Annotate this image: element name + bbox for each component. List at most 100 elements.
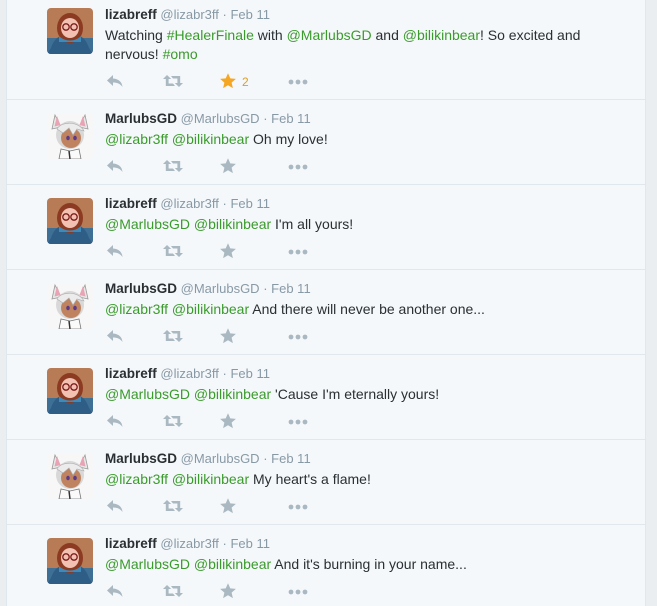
retweet-icon[interactable] xyxy=(162,327,184,347)
separator: · xyxy=(222,196,227,211)
timestamp[interactable]: Feb 11 xyxy=(271,111,311,126)
tweet-link[interactable]: @MarlubsGD xyxy=(287,27,372,43)
separator: · xyxy=(263,451,268,466)
display-name[interactable]: lizabreff xyxy=(105,196,157,211)
more-icon[interactable] xyxy=(287,72,309,92)
tweet-text: @lizabr3ff @bilikinbear Oh my love! xyxy=(105,130,629,149)
tweet-header: lizabreff @lizabr3ff · Feb 11 xyxy=(105,535,629,553)
display-name[interactable]: lizabreff xyxy=(105,7,157,22)
retweet-icon[interactable] xyxy=(162,72,184,92)
tweet-link[interactable]: @MarlubsGD xyxy=(105,386,190,402)
tweet-link[interactable]: @lizabr3ff xyxy=(105,301,168,317)
tweet-header: MarlubsGD @MarlubsGD · Feb 11 xyxy=(105,280,629,298)
tweet-link[interactable]: #HealerFinale xyxy=(167,27,254,43)
avatar[interactable] xyxy=(47,198,93,244)
star-icon[interactable] xyxy=(219,72,241,92)
tweet-content: lizabreff @lizabr3ff · Feb 11 @MarlubsGD… xyxy=(105,195,629,234)
timestamp[interactable]: Feb 11 xyxy=(230,366,270,381)
tweet[interactable]: lizabreff @lizabr3ff · Feb 11 @MarlubsGD… xyxy=(7,525,645,606)
tweet-link[interactable]: @lizabr3ff xyxy=(105,131,168,147)
reply-icon[interactable] xyxy=(105,327,127,347)
avatar[interactable] xyxy=(47,453,93,499)
tweet-link[interactable]: @bilikinbear xyxy=(172,301,249,317)
retweet-icon[interactable] xyxy=(162,242,184,262)
timestamp[interactable]: Feb 11 xyxy=(230,196,270,211)
tweet[interactable]: lizabreff @lizabr3ff · Feb 11 Watching #… xyxy=(7,0,645,100)
reply-icon[interactable] xyxy=(105,72,127,92)
timestamp[interactable]: Feb 11 xyxy=(230,536,270,551)
reply-icon[interactable] xyxy=(105,157,127,177)
display-name[interactable]: MarlubsGD xyxy=(105,451,177,466)
timestamp[interactable]: Feb 11 xyxy=(271,281,311,296)
reply-icon[interactable] xyxy=(105,242,127,262)
tweet-link[interactable]: @lizabr3ff xyxy=(105,471,168,487)
avatar[interactable] xyxy=(47,8,93,54)
retweet-icon[interactable] xyxy=(162,412,184,432)
tweet-text-segment: And it's burning in your name... xyxy=(271,556,467,572)
tweet-link[interactable]: @bilikinbear xyxy=(194,386,271,402)
avatar[interactable] xyxy=(47,283,93,329)
tweet-text-segment: and xyxy=(371,27,403,43)
favorite-count: 2 xyxy=(242,75,249,89)
reply-icon[interactable] xyxy=(105,412,127,432)
tweet-link[interactable]: @bilikinbear xyxy=(172,471,249,487)
more-icon[interactable] xyxy=(287,327,309,347)
tweet[interactable]: lizabreff @lizabr3ff · Feb 11 @MarlubsGD… xyxy=(7,185,645,270)
more-icon[interactable] xyxy=(287,497,309,517)
tweet-header: MarlubsGD @MarlubsGD · Feb 11 xyxy=(105,450,629,468)
tweet-text-segment: Oh my love! xyxy=(249,131,328,147)
display-name[interactable]: MarlubsGD xyxy=(105,111,177,126)
more-icon[interactable] xyxy=(287,157,309,177)
display-name[interactable]: lizabreff xyxy=(105,366,157,381)
tweet[interactable]: MarlubsGD @MarlubsGD · Feb 11 @lizabr3ff… xyxy=(7,440,645,525)
tweet-content: MarlubsGD @MarlubsGD · Feb 11 @lizabr3ff… xyxy=(105,280,629,319)
more-icon[interactable] xyxy=(287,582,309,602)
user-handle[interactable]: @lizabr3ff xyxy=(160,196,218,211)
tweet-header: lizabreff @lizabr3ff · Feb 11 xyxy=(105,365,629,383)
star-icon[interactable] xyxy=(219,582,241,602)
star-icon[interactable] xyxy=(219,327,241,347)
tweet[interactable]: lizabreff @lizabr3ff · Feb 11 @MarlubsGD… xyxy=(7,355,645,440)
star-icon[interactable] xyxy=(219,497,241,517)
user-handle[interactable]: @MarlubsGD xyxy=(181,111,260,126)
more-icon[interactable] xyxy=(287,242,309,262)
tweet[interactable]: MarlubsGD @MarlubsGD · Feb 11 @lizabr3ff… xyxy=(7,270,645,355)
tweet-link[interactable]: @bilikinbear xyxy=(403,27,480,43)
tweet-content: MarlubsGD @MarlubsGD · Feb 11 @lizabr3ff… xyxy=(105,110,629,149)
tweet-text: @MarlubsGD @bilikinbear And it's burning… xyxy=(105,555,629,574)
star-icon[interactable] xyxy=(219,242,241,262)
star-icon[interactable] xyxy=(219,412,241,432)
user-handle[interactable]: @lizabr3ff xyxy=(160,536,218,551)
tweet-content: MarlubsGD @MarlubsGD · Feb 11 @lizabr3ff… xyxy=(105,450,629,489)
tweet-link[interactable]: #omo xyxy=(163,46,198,62)
tweet-text: @lizabr3ff @bilikinbear And there will n… xyxy=(105,300,629,319)
retweet-icon[interactable] xyxy=(162,497,184,517)
retweet-icon[interactable] xyxy=(162,582,184,602)
tweet-text: @lizabr3ff @bilikinbear My heart's a fla… xyxy=(105,470,629,489)
tweet-link[interactable]: @MarlubsGD xyxy=(105,556,190,572)
more-icon[interactable] xyxy=(287,412,309,432)
user-handle[interactable]: @MarlubsGD xyxy=(181,451,260,466)
timestamp[interactable]: Feb 11 xyxy=(271,451,311,466)
timestamp[interactable]: Feb 11 xyxy=(230,7,270,22)
display-name[interactable]: MarlubsGD xyxy=(105,281,177,296)
tweet-link[interactable]: @bilikinbear xyxy=(194,556,271,572)
retweet-icon[interactable] xyxy=(162,157,184,177)
tweet-text-segment: 'Cause I'm eternally yours! xyxy=(271,386,440,402)
avatar[interactable] xyxy=(47,113,93,159)
reply-icon[interactable] xyxy=(105,497,127,517)
user-handle[interactable]: @MarlubsGD xyxy=(181,281,260,296)
tweet[interactable]: MarlubsGD @MarlubsGD · Feb 11 @lizabr3ff… xyxy=(7,100,645,185)
user-handle[interactable]: @lizabr3ff xyxy=(160,366,218,381)
tweet-link[interactable]: @bilikinbear xyxy=(172,131,249,147)
reply-icon[interactable] xyxy=(105,582,127,602)
star-icon[interactable] xyxy=(219,157,241,177)
user-handle[interactable]: @lizabr3ff xyxy=(160,7,218,22)
avatar[interactable] xyxy=(47,368,93,414)
tweet-content: lizabreff @lizabr3ff · Feb 11 @MarlubsGD… xyxy=(105,535,629,574)
tweet-link[interactable]: @MarlubsGD xyxy=(105,216,190,232)
tweet-text-segment: with xyxy=(253,27,287,43)
avatar[interactable] xyxy=(47,538,93,584)
tweet-link[interactable]: @bilikinbear xyxy=(194,216,271,232)
display-name[interactable]: lizabreff xyxy=(105,536,157,551)
